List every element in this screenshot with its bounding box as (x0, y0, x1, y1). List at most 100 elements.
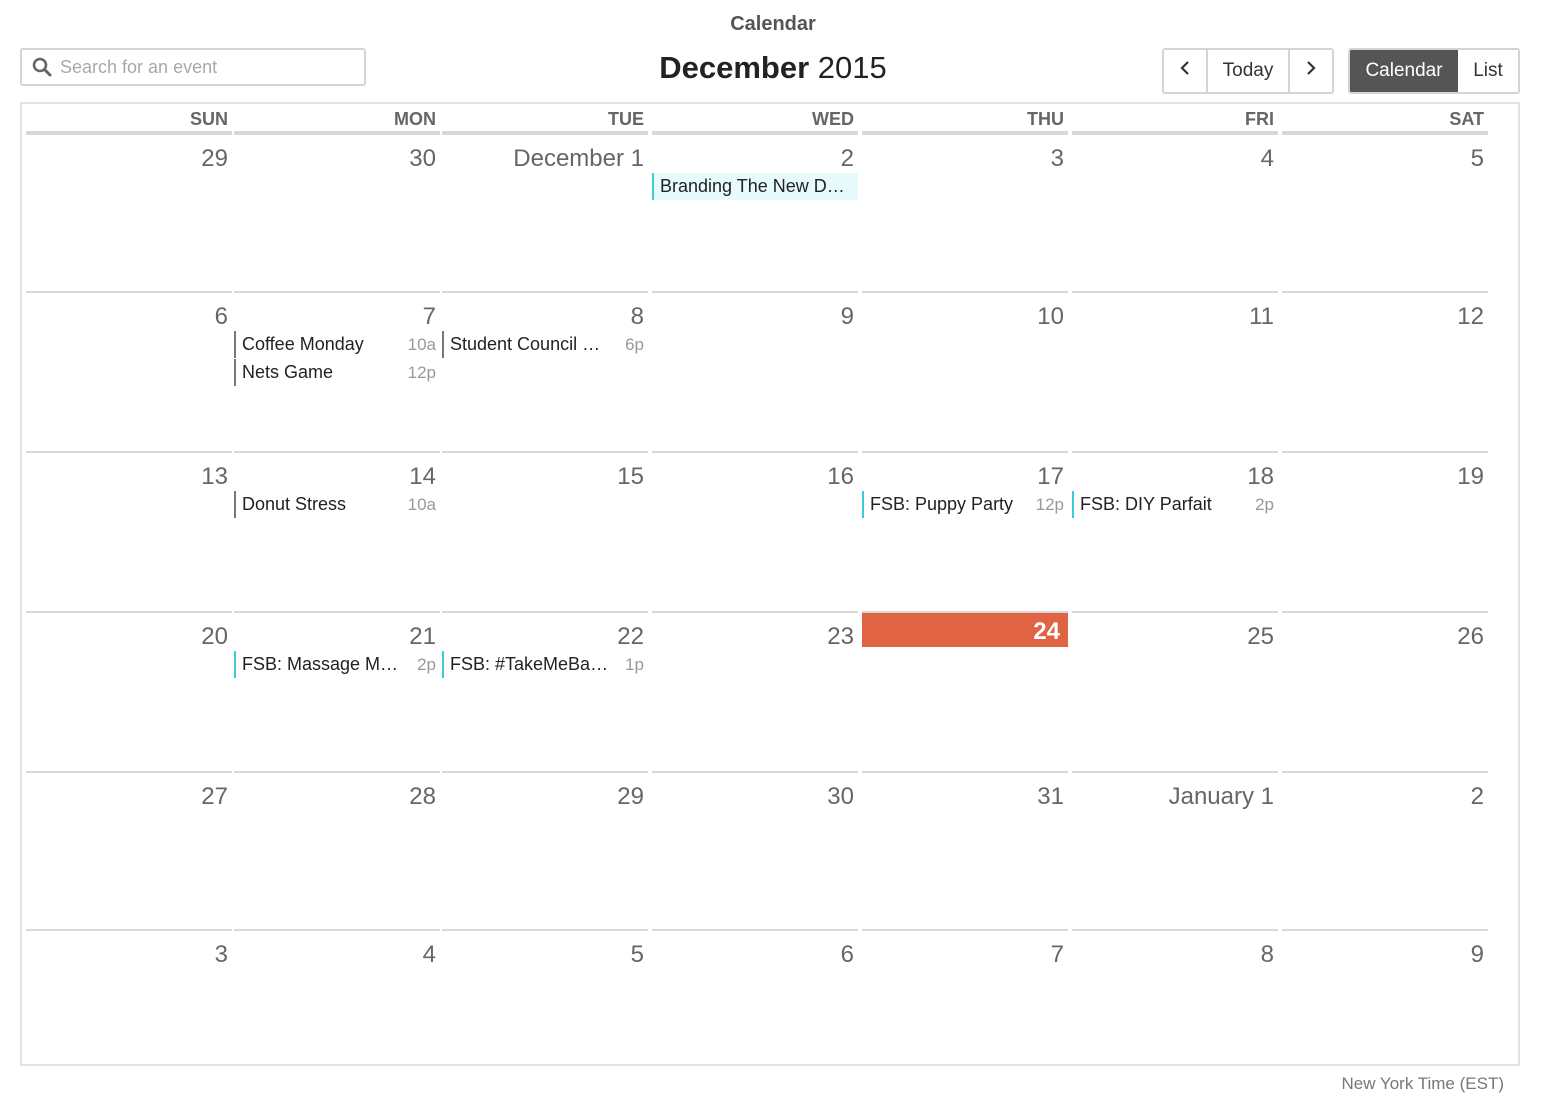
day-number: 3 (1050, 145, 1064, 172)
day-cell[interactable]: 5 (442, 929, 648, 1087)
day-cell[interactable]: 11 (1072, 291, 1278, 449)
day-cell[interactable]: 12 (1282, 291, 1488, 449)
day-cell[interactable]: 29 (442, 771, 648, 929)
day-number: 11 (1249, 303, 1274, 330)
day-cell[interactable]: December 1 (442, 133, 648, 291)
view-switcher: Calendar List (1348, 48, 1520, 94)
prev-month-button[interactable] (1164, 50, 1206, 92)
calendar-event[interactable]: FSB: Massage M… 2p (234, 651, 436, 678)
day-cell[interactable]: 13 (26, 451, 232, 609)
today-button[interactable]: Today (1206, 50, 1290, 92)
day-cell[interactable]: 23 (652, 611, 858, 769)
day-cell[interactable]: 14 Donut Stress 10a (234, 451, 440, 609)
event-title: FSB: Massage M… (242, 654, 399, 674)
weekday-header: SUN (26, 109, 232, 133)
day-cell[interactable]: 6 (652, 929, 858, 1087)
list-view-button[interactable]: List (1458, 50, 1518, 92)
day-cell[interactable]: 17 FSB: Puppy Party 12p (862, 451, 1068, 609)
day-number: 3 (214, 941, 228, 968)
day-cell[interactable]: 6 (26, 291, 232, 449)
day-cell[interactable]: 16 (652, 451, 858, 609)
day-cell[interactable]: 30 (652, 771, 858, 929)
calendar-event[interactable]: Nets Game 12p (234, 359, 436, 386)
day-cell[interactable]: 4 (234, 929, 440, 1087)
event-time: 1p (625, 654, 644, 674)
day-number: 28 (409, 783, 436, 810)
event-time: 12p (407, 362, 436, 382)
app-title: Calendar (730, 13, 816, 35)
month-navigation: Today (1162, 48, 1334, 94)
calendar-event[interactable]: FSB: #TakeMeBa… 1p (442, 651, 644, 678)
all-day-event[interactable]: Branding The New D… (652, 173, 858, 200)
day-number: 12 (1457, 303, 1484, 330)
day-number: 22 (617, 623, 644, 650)
day-number: 8 (630, 303, 644, 330)
calendar-event[interactable]: Coffee Monday 10a (234, 331, 436, 358)
calendar-event[interactable]: FSB: DIY Parfait 2p (1072, 491, 1274, 518)
day-number: 30 (827, 783, 854, 810)
calendar-event[interactable]: Donut Stress 10a (234, 491, 436, 518)
day-number: 14 (409, 463, 436, 490)
day-cell[interactable]: 9 (1282, 929, 1488, 1087)
day-number: 18 (1247, 463, 1274, 490)
day-number: 7 (422, 303, 436, 330)
day-number: 16 (827, 463, 854, 490)
day-cell[interactable]: 8 (1072, 929, 1278, 1087)
day-number: 2 (840, 145, 854, 172)
day-cell[interactable]: 10 (862, 291, 1068, 449)
calendar-event[interactable]: Student Council … 6p (442, 331, 644, 358)
day-cell[interactable]: 29 (26, 133, 232, 291)
day-number: 27 (201, 783, 228, 810)
day-cell[interactable]: 28 (234, 771, 440, 929)
event-title: FSB: DIY Parfait (1080, 494, 1212, 514)
day-number: 6 (214, 303, 228, 330)
day-number: 7 (1050, 941, 1064, 968)
day-number: 4 (422, 941, 436, 968)
day-cell[interactable]: 3 (26, 929, 232, 1087)
day-cell[interactable]: January 1 (1072, 771, 1278, 929)
today-day-number: 24 (1033, 618, 1060, 645)
day-number: 29 (617, 783, 644, 810)
calendar-view-button[interactable]: Calendar (1350, 50, 1458, 92)
day-cell[interactable]: 9 (652, 291, 858, 449)
day-cell[interactable]: 19 (1282, 451, 1488, 609)
today-day-cell[interactable]: 24 (862, 611, 1068, 769)
day-cell[interactable]: 8 Student Council … 6p (442, 291, 648, 449)
next-month-button[interactable] (1290, 50, 1332, 92)
day-cell[interactable]: 31 (862, 771, 1068, 929)
day-cell[interactable]: 2 (1282, 771, 1488, 929)
calendar-event[interactable]: FSB: Puppy Party 12p (862, 491, 1064, 518)
weekday-header: THU (862, 109, 1068, 133)
weekday-header: MON (234, 109, 440, 133)
day-number: 5 (630, 941, 644, 968)
event-title: Student Council … (450, 334, 601, 354)
day-cell[interactable]: 18 FSB: DIY Parfait 2p (1072, 451, 1278, 609)
day-cell[interactable]: 25 (1072, 611, 1278, 769)
event-time: 12p (1035, 494, 1064, 514)
event-time: 10a (407, 494, 436, 514)
day-cell[interactable]: 3 (862, 133, 1068, 291)
day-cell[interactable]: 2 Branding The New D… (652, 133, 858, 291)
day-number: 31 (1037, 783, 1064, 810)
day-cell[interactable]: 27 (26, 771, 232, 929)
day-cell[interactable]: 4 (1072, 133, 1278, 291)
day-cell[interactable]: 26 (1282, 611, 1488, 769)
day-number: 9 (1470, 941, 1484, 968)
day-number: 10 (1037, 303, 1064, 330)
day-cell[interactable]: 21 FSB: Massage M… 2p (234, 611, 440, 769)
day-number: 9 (840, 303, 854, 330)
day-cell[interactable]: 20 (26, 611, 232, 769)
day-cell[interactable]: 7 (862, 929, 1068, 1087)
timezone-label: New York Time (EST) (1341, 1074, 1505, 1093)
day-number: 23 (827, 623, 854, 650)
day-cell[interactable]: 22 FSB: #TakeMeBa… 1p (442, 611, 648, 769)
day-number: 29 (201, 145, 228, 172)
day-number: 13 (201, 463, 228, 490)
day-cell[interactable]: 15 (442, 451, 648, 609)
weekday-header: SAT (1282, 109, 1488, 133)
day-cell[interactable]: 30 (234, 133, 440, 291)
day-number: 2 (1470, 783, 1484, 810)
event-time: 2p (1255, 494, 1274, 514)
day-cell[interactable]: 7 Coffee Monday 10a Nets Game 12p (234, 291, 440, 449)
day-cell[interactable]: 5 (1282, 133, 1488, 291)
